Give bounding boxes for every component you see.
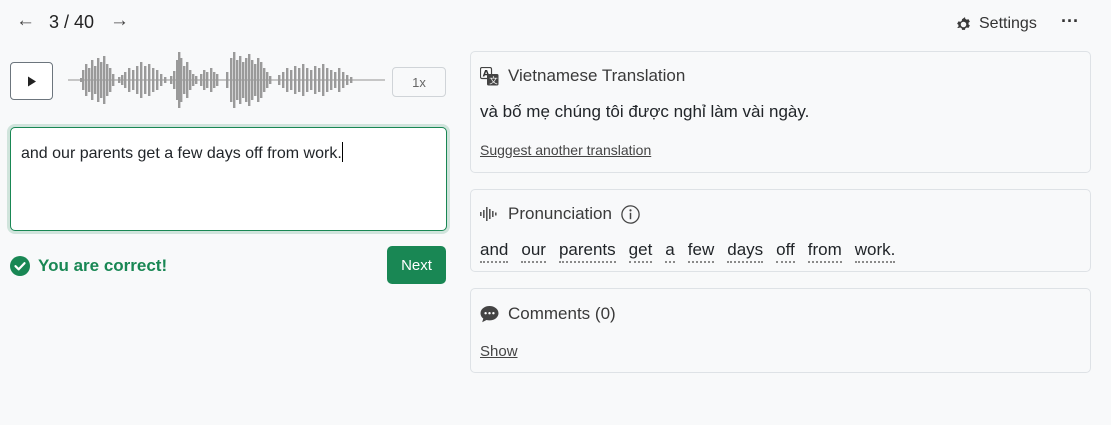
answer-input[interactable]: and our parents get a few days off from … [10,127,447,231]
text-cursor [341,142,343,162]
pronunciation-word[interactable]: few [687,240,715,263]
pronunciation-words: and our parents get a few days off from work. [480,240,908,263]
svg-text:文: 文 [489,75,498,86]
show-comments-link[interactable]: Show [480,343,518,360]
audio-waveform[interactable] [68,50,385,110]
gear-icon [957,16,970,30]
next-button[interactable]: Next [387,246,446,284]
settings-label: Settings [979,15,1037,32]
pronunciation-header: Pronunciation [480,204,640,224]
pronunciation-word[interactable]: from [807,240,842,263]
translation-card: A 文 Vietnamese Translation và bố mẹ chún… [470,51,1091,173]
pronunciation-word[interactable]: off [776,240,795,263]
settings-button[interactable]: Settings [955,15,1037,33]
pronunciation-word[interactable]: parents [558,240,616,263]
pronunciation-title: Pronunciation [508,204,612,223]
pronunciation-word[interactable]: a [665,240,675,263]
comment-icon [480,306,499,323]
translation-title: Vietnamese Translation [508,66,686,85]
correct-message: You are correct! [38,256,168,275]
suggest-translation-link[interactable]: Suggest another translation [480,142,651,158]
next-sentence-button[interactable]: → [110,11,129,30]
info-icon[interactable] [621,204,640,224]
check-circle-icon [10,256,30,276]
pronunciation-card: Pronunciation and our parents get a few days of… [470,189,1091,272]
translate-icon: A 文 [480,66,499,86]
pronunciation-word[interactable]: and [480,240,509,263]
answer-text: and our parents get a few days off from … [21,145,342,162]
correct-feedback: You are correct! [10,256,167,276]
more-options-button[interactable]: ··· [1061,11,1079,32]
comments-title: Comments (0) [508,304,616,323]
translation-header: A 文 Vietnamese Translation [480,66,685,86]
translation-text: và bố mẹ chúng tôi được nghỉ làm vài ngà… [480,102,810,121]
play-button[interactable] [10,62,53,100]
pronunciation-word[interactable]: work. [854,240,896,263]
comments-card: Comments (0) Show [470,288,1091,373]
pronunciation-word[interactable]: our [521,240,546,263]
previous-sentence-button[interactable]: ← [16,11,35,30]
sentence-counter: 3 / 40 [49,12,95,32]
pronunciation-word[interactable]: days [727,240,764,263]
playback-speed-button[interactable]: 1x [392,67,446,97]
pronunciation-word[interactable]: get [628,240,653,263]
comments-header: Comments (0) [480,304,616,324]
audio-wave-icon [480,207,497,221]
play-icon [27,76,36,86]
